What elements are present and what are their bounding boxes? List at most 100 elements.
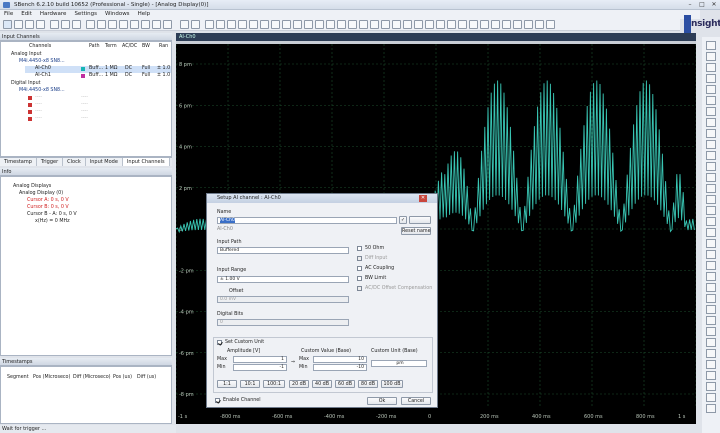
digital-channel-1[interactable]: ---- <box>35 102 42 107</box>
tool-icon-14[interactable] <box>326 20 335 29</box>
diff-input-checkbox[interactable] <box>357 256 362 261</box>
side-tool-icon-19[interactable] <box>706 239 716 248</box>
ohm-checkbox[interactable] <box>357 246 362 251</box>
side-tool-icon-25[interactable] <box>706 305 716 314</box>
menu-file[interactable]: File <box>4 10 13 19</box>
tool-icon-9[interactable] <box>271 20 280 29</box>
side-tool-icon-31[interactable] <box>706 371 716 380</box>
cv-max-input[interactable]: 10 <box>313 356 367 363</box>
menu-help[interactable]: Help <box>138 10 151 19</box>
tool-icon-6[interactable] <box>238 20 247 29</box>
side-tool-icon-20[interactable] <box>706 250 716 259</box>
cv-min-input[interactable]: -10 <box>313 364 367 371</box>
tree-analog-card[interactable]: M4i.4450-x8 SN8... <box>19 59 65 64</box>
tool-icon-18[interactable] <box>370 20 379 29</box>
info-analog-display-0[interactable]: Analog Display (0) <box>19 191 63 196</box>
tool-icon-33[interactable] <box>535 20 544 29</box>
tool-icon-34[interactable] <box>546 20 555 29</box>
side-tool-icon-24[interactable] <box>706 294 716 303</box>
side-tool-icon-27[interactable] <box>706 327 716 336</box>
bw-limit-checkbox[interactable] <box>357 276 362 281</box>
side-tool-icon-33[interactable] <box>706 393 716 402</box>
zoom-out-icon[interactable] <box>97 20 106 29</box>
side-tool-icon-13[interactable] <box>706 173 716 182</box>
tool-icon-24[interactable] <box>436 20 445 29</box>
tab-input-channels[interactable]: Input Channels <box>122 158 170 166</box>
tree-digital-card[interactable]: M4i.4450-x8 SN8... <box>19 88 65 93</box>
side-tool-icon-34[interactable] <box>706 404 716 413</box>
tool-icon-5[interactable] <box>227 20 236 29</box>
cancel-button[interactable]: Cancel <box>401 397 431 405</box>
cursor-icon[interactable] <box>119 20 128 29</box>
grid-icon[interactable] <box>130 20 139 29</box>
info-analog-displays[interactable]: Analog Displays <box>13 184 51 189</box>
open-file-icon[interactable] <box>50 20 59 29</box>
side-tool-icon-15[interactable] <box>706 195 716 204</box>
tool-icon-17[interactable] <box>359 20 368 29</box>
tool-icon-13[interactable] <box>315 20 324 29</box>
enable-channel-checkbox[interactable] <box>215 398 220 403</box>
start-acquisition-icon[interactable] <box>3 20 12 29</box>
tool-icon-30[interactable] <box>502 20 511 29</box>
custom-unit-input[interactable]: pm <box>371 360 427 367</box>
channel-color-ai-ch1[interactable] <box>81 74 85 78</box>
tool-icon-29[interactable] <box>491 20 500 29</box>
side-tool-icon-11[interactable] <box>706 151 716 160</box>
amp-min-input[interactable]: -1 <box>233 364 287 371</box>
side-tool-icon-12[interactable] <box>706 162 716 171</box>
input-path-select[interactable]: Buffered <box>217 247 349 254</box>
side-tool-icon-8[interactable] <box>706 118 716 127</box>
side-tool-icon-4[interactable] <box>706 74 716 83</box>
side-tool-icon-23[interactable] <box>706 283 716 292</box>
menu-hardware[interactable]: Hardware <box>40 10 67 19</box>
digital-channel-3[interactable]: ---- <box>35 116 42 121</box>
tool-icon-2[interactable] <box>191 20 200 29</box>
tool-icon-12[interactable] <box>304 20 313 29</box>
acdc-offset-checkbox[interactable] <box>357 286 362 291</box>
scale-button-100db[interactable]: 100 dB <box>381 380 403 388</box>
side-tool-icon-32[interactable] <box>706 382 716 391</box>
tree-analog-input[interactable]: Analog Input <box>11 52 42 57</box>
maximize-button[interactable]: □ <box>696 1 708 9</box>
tool-icon-25[interactable] <box>447 20 456 29</box>
display-icon[interactable] <box>163 20 172 29</box>
ac-coupling-checkbox[interactable] <box>357 266 362 271</box>
calculation-icon[interactable] <box>141 20 150 29</box>
tool-icon-27[interactable] <box>469 20 478 29</box>
tool-icon-20[interactable] <box>392 20 401 29</box>
tool-icon-19[interactable] <box>381 20 390 29</box>
continuous-acquisition-icon[interactable] <box>14 20 23 29</box>
side-tool-icon-26[interactable] <box>706 316 716 325</box>
dialog-close-button[interactable]: ✕ <box>419 195 427 202</box>
side-tool-icon-17[interactable] <box>706 217 716 226</box>
tool-icon-21[interactable] <box>403 20 412 29</box>
side-tool-icon-3[interactable] <box>706 63 716 72</box>
side-tool-icon-10[interactable] <box>706 140 716 149</box>
side-tool-icon-6[interactable] <box>706 96 716 105</box>
side-tool-icon-29[interactable] <box>706 349 716 358</box>
tab-input-mode[interactable]: Input Mode <box>85 158 123 166</box>
minimize-button[interactable]: – <box>684 1 696 9</box>
digital-bits-select[interactable]: 0 <box>217 319 349 326</box>
ok-button[interactable]: Ok <box>367 397 397 405</box>
side-tool-icon-30[interactable] <box>706 360 716 369</box>
fft-icon[interactable] <box>152 20 161 29</box>
name-apply-icon[interactable]: ✓ <box>399 216 407 224</box>
tool-icon-22[interactable] <box>414 20 423 29</box>
digital-channel-0[interactable]: ---- <box>35 95 42 100</box>
menu-edit[interactable]: Edit <box>21 10 32 19</box>
tab-trigger[interactable]: Trigger <box>36 158 64 166</box>
side-tool-icon-22[interactable] <box>706 272 716 281</box>
tab-clock[interactable]: Clock <box>63 158 86 166</box>
custom-unit-checkbox[interactable] <box>217 340 222 345</box>
export-icon[interactable] <box>72 20 81 29</box>
menu-settings[interactable]: Settings <box>74 10 97 19</box>
side-tool-icon-5[interactable] <box>706 85 716 94</box>
scale-button-10-1[interactable]: 10:1 <box>240 380 260 388</box>
save-icon[interactable] <box>61 20 70 29</box>
tool-icon-26[interactable] <box>458 20 467 29</box>
side-tool-icon-14[interactable] <box>706 184 716 193</box>
side-tool-icon-28[interactable] <box>706 338 716 347</box>
name-input[interactable]: AI-Ch0 <box>217 217 397 224</box>
side-tool-icon-16[interactable] <box>706 206 716 215</box>
